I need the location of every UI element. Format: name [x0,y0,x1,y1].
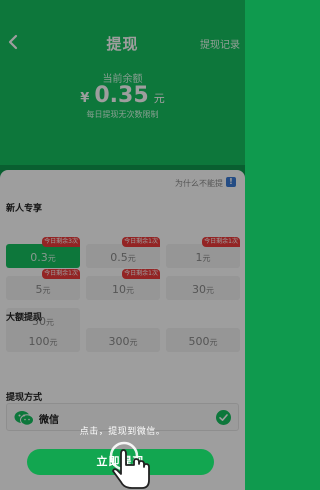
option-amount: 30 [192,283,206,296]
option-unit: 元 [47,254,56,263]
option-amount: 500 [188,335,210,348]
option-unit: 元 [202,254,211,263]
option-unit: 元 [129,338,138,347]
option-unit: 元 [127,254,136,263]
option-unit: 元 [46,318,54,327]
why-cannot-withdraw-link[interactable]: 为什么不能提 [175,178,223,189]
currency-symbol: ¥ [80,91,90,106]
withdraw-records-link[interactable]: 提现记录 [200,36,240,51]
option-amount: 1 [195,251,203,264]
amount-option-0.5[interactable]: 0.5元 今日剩余1次 [86,237,160,268]
balance-value: 0.35 [94,83,149,108]
option-unit: 元 [209,338,218,347]
amount-option-300[interactable]: 300元 [86,328,160,352]
option-amount: 10 [112,283,126,296]
option-amount: 300 [108,335,130,348]
limit-text: 每日提现无次数限制 [86,110,159,119]
remaining-tag: 今日剩余1次 [42,269,80,279]
remaining-tag: 今日剩余3次 [42,237,80,247]
info-icon[interactable]: ! [226,177,236,187]
remaining-tag: 今日剩余1次 [122,269,160,279]
check-circle-icon [216,410,231,425]
balance-amount: ¥ 0.35 元 [0,83,245,108]
amount-option-500[interactable]: 500元 [166,328,240,352]
option-unit: 元 [49,338,58,347]
amount-option-10[interactable]: 10元 今日剩余1次 [86,269,160,300]
option-amount: 100 [28,335,50,348]
withdraw-screen: 提现 提现记录 当前余额 ¥ 0.35 元 每日提现无次数限制 为什么不能提 !… [0,0,245,490]
header: 提现 提现记录 当前余额 ¥ 0.35 元 每日提现无次数限制 [0,0,245,165]
remaining-tag: 今日剩余1次 [202,237,240,247]
option-amount: 0.5 [110,251,128,264]
amount-option-0.3[interactable]: 0.3元 今日剩余3次 [6,237,80,268]
option-unit: 元 [42,286,51,295]
amount-option-30[interactable]: 30元 [166,276,240,300]
withdraw-method-title: 提现方式 [6,393,43,403]
tutorial-hint: 点击，提现到微信。 [79,427,166,437]
option-amount: 5 [35,283,43,296]
remaining-tag: 今日剩余1次 [122,237,160,247]
option-unit: 元 [206,286,214,295]
large-withdraw-section-title: 大额提现 [6,313,43,323]
option-amount: 0.3 [30,251,48,264]
option-unit: 元 [126,286,134,295]
top-bar: 提现 提现记录 [0,30,245,56]
amount-option-100[interactable]: 100元 [6,328,80,352]
balance-unit: 元 [153,92,165,105]
pointing-hand-icon [109,441,150,489]
new-user-section-title: 新人专享 [6,204,43,214]
amount-option-1[interactable]: 1元 今日剩余1次 [166,237,240,268]
amount-option-5[interactable]: 5元 今日剩余1次 [6,269,80,300]
